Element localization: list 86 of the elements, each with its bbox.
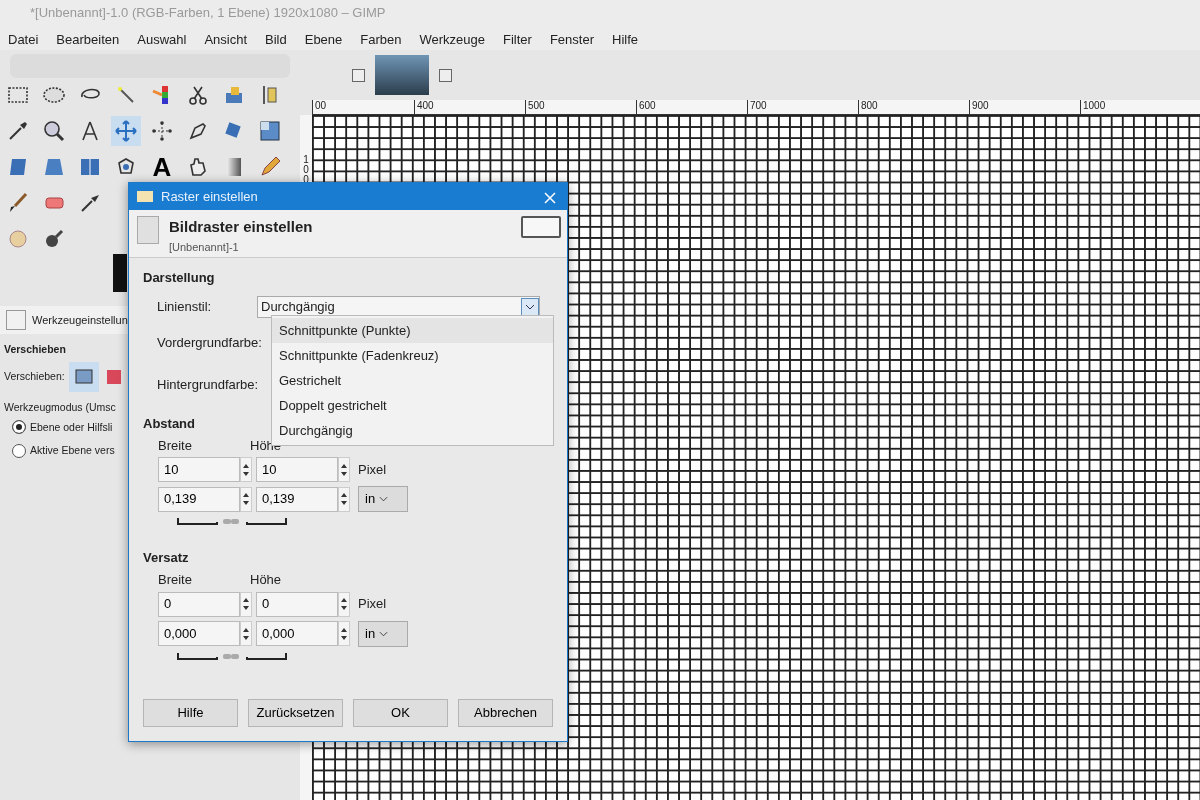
- chain-link-icon[interactable]: [177, 516, 287, 526]
- field-label: Linienstil:: [156, 297, 213, 316]
- section-heading: Versatz: [143, 549, 189, 567]
- number-field[interactable]: 10: [256, 457, 338, 482]
- unit-dropdown[interactable]: in: [358, 620, 408, 647]
- field-label: Breite: [158, 436, 193, 455]
- number-field[interactable]: 10: [158, 457, 240, 482]
- close-icon[interactable]: [352, 68, 365, 82]
- photo-placeholder[interactable]: [375, 55, 429, 95]
- menu-item[interactable]: Werkzeuge: [419, 25, 494, 50]
- radio-label: Ebene oder Hilfsli: [30, 419, 113, 435]
- tool-options-icon: [6, 310, 26, 330]
- layer-mode-icon[interactable]: [68, 361, 99, 392]
- mode-label: Werkzeugmodus (Umsc: [4, 399, 116, 415]
- dropdown-option[interactable]: Schnittpunkte (Punkte): [272, 318, 553, 343]
- move-label: Verschieben:: [4, 368, 65, 384]
- number-field[interactable]: 0,139: [256, 486, 338, 512]
- ruler-label: 600: [636, 100, 747, 114]
- unit-dropdown[interactable]: in: [358, 486, 408, 512]
- unit-label: Pixel: [358, 595, 387, 614]
- menu-item[interactable]: Farben: [360, 25, 410, 50]
- spin-arrows-icon[interactable]: [338, 486, 350, 512]
- field-label: Breite: [158, 571, 193, 589]
- spin-arrows-icon[interactable]: [240, 621, 252, 646]
- radio-label: Aktive Ebene vers: [30, 443, 115, 459]
- ruler-label: 0: [302, 165, 310, 175]
- chevron-down-icon: [521, 297, 539, 316]
- spin-arrows-icon[interactable]: [338, 621, 350, 646]
- ruler-label: 00: [312, 100, 414, 114]
- four-arrows-icon[interactable]: [111, 116, 141, 146]
- radio-button[interactable]: [12, 444, 26, 459]
- spin-arrows-icon[interactable]: [338, 457, 350, 482]
- ruler-label: 900: [969, 100, 1080, 114]
- field-label: Hintergrundfarbe:: [156, 375, 257, 394]
- foreground-color-swatch[interactable]: [113, 254, 127, 292]
- unit-label: Pixel: [358, 460, 387, 479]
- menu-item[interactable]: Ansicht: [204, 25, 256, 50]
- dropdown-option[interactable]: Durchgängig: [272, 418, 553, 443]
- preview-swatch: [521, 216, 561, 238]
- text-tool[interactable]: A: [147, 152, 177, 182]
- window-icon: [137, 191, 153, 202]
- spin-arrows-icon[interactable]: [338, 591, 350, 617]
- spin-arrows-icon[interactable]: [240, 486, 252, 512]
- menu-item[interactable]: Bearbeiten: [56, 25, 128, 50]
- dialog-heading: Bildraster einstellen: [169, 217, 313, 237]
- chevron-down-icon: [379, 496, 389, 502]
- dialog-button[interactable]: Abbrechen: [458, 699, 553, 727]
- ruler-label: 700: [747, 100, 858, 114]
- ruler-label: 1000: [1080, 100, 1191, 114]
- window-title: *[Unbenannt]-1.0 (RGB-Farben, 1 Ebene) 1920x1080 – GIMP: [0, 0, 1200, 25]
- section-heading: Abstand: [143, 414, 195, 433]
- chain-link-icon[interactable]: [177, 650, 287, 661]
- dialog-button[interactable]: Hilfe: [143, 699, 238, 727]
- menu-item[interactable]: Filter: [503, 25, 540, 50]
- menu-item[interactable]: Auswahl: [137, 25, 195, 50]
- field-label: Höhe: [250, 571, 282, 589]
- number-field[interactable]: 0: [256, 591, 338, 617]
- number-field[interactable]: 0,000: [158, 621, 240, 646]
- ruler-label: 800: [858, 100, 969, 114]
- section-heading: Darstellung: [143, 269, 215, 287]
- dialog-button[interactable]: OK: [353, 699, 448, 727]
- chevron-down-icon: [379, 630, 389, 637]
- dropdown-option[interactable]: Schnittpunkte (Fadenkreuz): [272, 343, 553, 368]
- line-style-dropdown[interactable]: Durchgängig: [257, 295, 540, 318]
- menu-item[interactable]: Ebene: [304, 25, 351, 50]
- ruler-label: 500: [525, 100, 636, 114]
- dropdown-option[interactable]: Doppelt gestrichelt: [272, 393, 553, 418]
- number-field[interactable]: 0: [158, 591, 240, 617]
- dialog-button[interactable]: Zurücksetzen: [248, 699, 343, 727]
- spin-arrows-icon[interactable]: [240, 591, 252, 617]
- close-icon[interactable]: [439, 68, 452, 82]
- menu-item[interactable]: Fenster: [549, 25, 602, 50]
- dialog-title: Raster einstellen: [161, 187, 259, 206]
- number-field[interactable]: 0,139: [158, 486, 240, 512]
- radio-button[interactable]: [12, 420, 26, 435]
- ruler-label: 1: [302, 155, 310, 165]
- spin-arrows-icon[interactable]: [240, 457, 252, 482]
- dialog-subheading: [Unbenannt]-1: [169, 239, 240, 255]
- menu-item[interactable]: Hilfe: [612, 25, 646, 50]
- number-field[interactable]: 0,000: [256, 621, 338, 646]
- menu-item[interactable]: Datei: [8, 25, 47, 50]
- menu-item[interactable]: Bild: [265, 25, 295, 50]
- ruler-label: 400: [414, 100, 525, 114]
- tool-name: Verschieben: [4, 342, 66, 357]
- selection-mode-icon[interactable]: [106, 369, 121, 384]
- dropdown-option[interactable]: Gestrichelt: [272, 368, 553, 393]
